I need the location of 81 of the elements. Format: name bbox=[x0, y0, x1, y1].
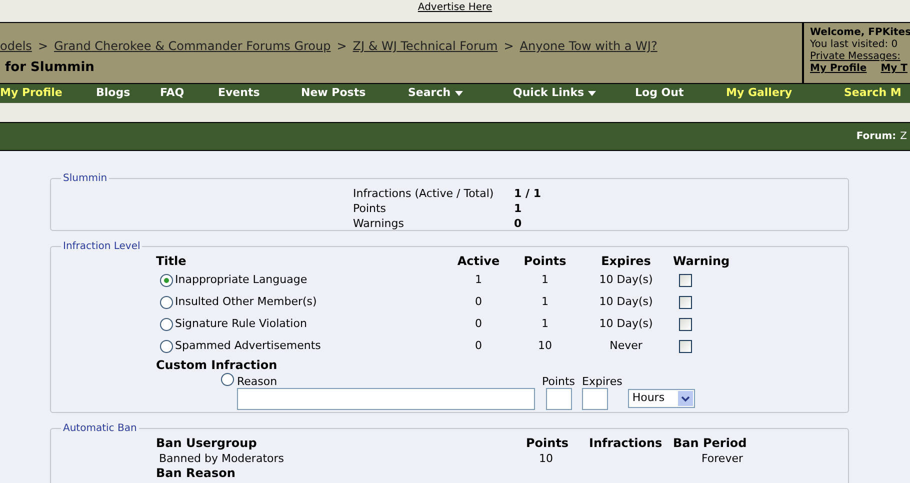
points-field[interactable] bbox=[546, 388, 572, 410]
table-cell-text: 0 bbox=[474, 338, 483, 354]
table-cell-text: 10 bbox=[537, 338, 553, 354]
table-cell-text: 0 bbox=[474, 294, 483, 310]
forum-label: Forum: bbox=[856, 130, 896, 144]
table-cell-text: 1 bbox=[474, 272, 483, 288]
warning-checkbox[interactable] bbox=[679, 318, 692, 330]
column-header: Points bbox=[522, 254, 568, 269]
breadcrumb-separator: > bbox=[38, 38, 48, 55]
breadcrumb-link[interactable]: odels bbox=[0, 37, 32, 55]
radio-button[interactable] bbox=[160, 274, 173, 286]
stat-label: Points bbox=[353, 201, 388, 216]
points-label: Points bbox=[542, 374, 576, 388]
warning-checkbox[interactable] bbox=[679, 296, 692, 308]
nav-link[interactable]: Log Out bbox=[635, 85, 726, 102]
table-cell-text: 0 bbox=[474, 316, 483, 332]
fieldset-legend: Infraction Level bbox=[61, 239, 142, 254]
radio-button[interactable] bbox=[221, 373, 234, 386]
nav-link[interactable]: Events bbox=[218, 85, 301, 102]
profile-link[interactable]: My T bbox=[880, 63, 908, 75]
nav-link[interactable]: FAQ bbox=[160, 85, 218, 102]
stat-label: Warnings bbox=[353, 216, 405, 231]
breadcrumb-separator: > bbox=[504, 38, 514, 55]
infraction-title: Spammed Advertisements bbox=[175, 338, 321, 354]
private-messages-link[interactable]: Private Messages: bbox=[810, 51, 910, 63]
table-cell-text: Never bbox=[608, 338, 644, 354]
column-header: Ban Usergroup bbox=[156, 436, 258, 451]
infraction-title: Inappropriate Language bbox=[175, 272, 308, 288]
forum-name: Z bbox=[900, 130, 907, 144]
column-header: Expires bbox=[600, 254, 652, 269]
unit-select[interactable]: Hours bbox=[628, 388, 696, 408]
column-header: Ban Period bbox=[673, 436, 748, 451]
nav-link[interactable]: Search M bbox=[844, 85, 910, 102]
stat-value: 0 bbox=[514, 216, 523, 231]
custom-infraction-heading: Custom Infraction bbox=[156, 358, 278, 373]
table-cell-text: Banned by Moderators bbox=[158, 451, 285, 466]
nav-link[interactable]: Search bbox=[408, 85, 513, 102]
column-header: Points bbox=[526, 436, 570, 451]
expires-field[interactable] bbox=[582, 388, 608, 410]
breadcrumb-link[interactable]: ZJ & WJ Technical Forum bbox=[352, 37, 498, 55]
nav-link[interactable]: My Profile bbox=[0, 85, 96, 102]
advertise-link[interactable]: Advertise Here bbox=[418, 2, 492, 14]
warning-checkbox[interactable] bbox=[679, 274, 692, 286]
table-cell-text: 10 Day(s) bbox=[598, 272, 654, 288]
ban-reason-heading: Ban Reason bbox=[156, 466, 236, 481]
nav-link[interactable]: Blogs bbox=[96, 85, 160, 102]
fieldset-legend: Automatic Ban bbox=[61, 421, 139, 436]
last-visited-text: You last visited: 0 bbox=[810, 39, 899, 51]
breadcrumb-link[interactable]: Anyone Tow with a WJ? bbox=[520, 37, 658, 55]
table-cell-text: 10 Day(s) bbox=[598, 316, 654, 332]
nav-link[interactable]: My Gallery bbox=[726, 85, 844, 102]
table-cell-text: 10 Day(s) bbox=[598, 294, 654, 310]
fieldset-legend: Slummin bbox=[61, 171, 110, 186]
reason-label: Reason bbox=[237, 374, 278, 388]
nav-link[interactable]: Quick Links bbox=[513, 85, 635, 102]
infraction-title: Signature Rule Violation bbox=[175, 316, 307, 332]
radio-button[interactable] bbox=[160, 340, 173, 352]
column-header: Warning bbox=[673, 254, 731, 269]
reason-field[interactable] bbox=[237, 388, 535, 410]
table-cell-text: Forever bbox=[700, 451, 743, 466]
table-cell-text: 10 bbox=[538, 451, 554, 466]
column-header: Title bbox=[156, 254, 188, 269]
column-header: Active bbox=[456, 254, 501, 269]
table-cell-text: 1 bbox=[540, 294, 550, 310]
infraction-title: Insulted Other Member(s) bbox=[175, 294, 317, 310]
breadcrumb-separator: > bbox=[336, 38, 347, 55]
breadcrumb-link[interactable]: Grand Cherokee & Commander Forums Group bbox=[54, 37, 331, 55]
stat-label: Infractions (Active / Total) bbox=[353, 186, 495, 201]
expires-label: Expires bbox=[582, 374, 622, 388]
radio-button[interactable] bbox=[160, 318, 173, 330]
page-title: for Slummin bbox=[4, 59, 96, 77]
stat-value: 1 bbox=[514, 201, 523, 216]
chevron-down-icon bbox=[678, 390, 694, 406]
stat-value: 1 / 1 bbox=[514, 186, 542, 201]
nav-link[interactable]: New Posts bbox=[301, 85, 408, 102]
profile-link[interactable]: My Profile bbox=[810, 63, 867, 75]
table-cell-text: 1 bbox=[540, 316, 550, 332]
radio-button[interactable] bbox=[160, 296, 173, 308]
warning-checkbox[interactable] bbox=[679, 340, 692, 352]
column-header: Infractions bbox=[589, 436, 664, 451]
table-cell-text: 1 bbox=[540, 272, 550, 288]
